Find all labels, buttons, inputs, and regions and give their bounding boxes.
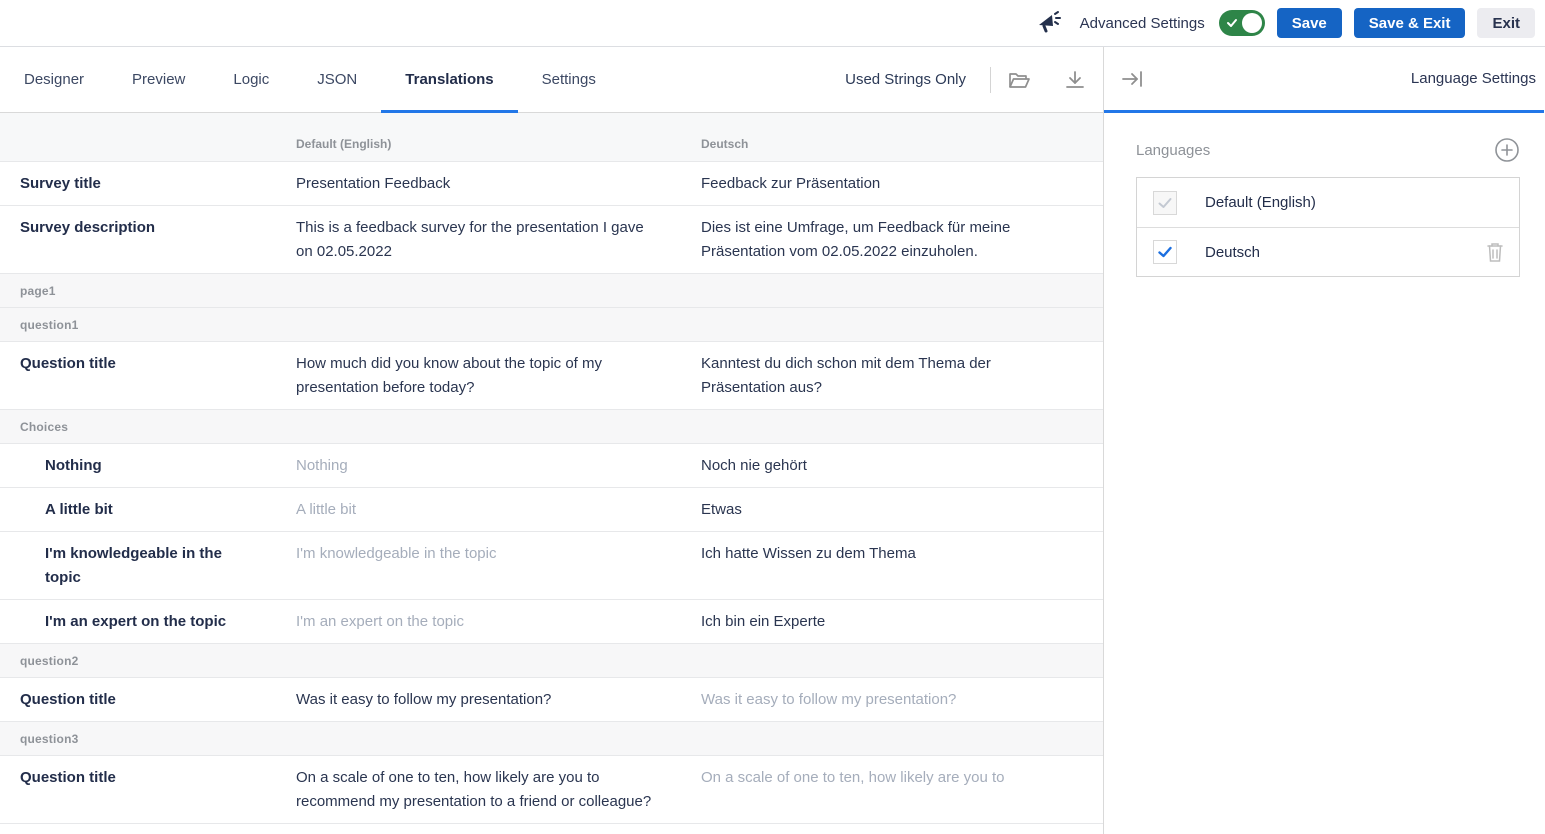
translation-cell-de[interactable]: Kanntest du dich schon mit dem Thema der… xyxy=(686,342,1103,409)
table-row: Survey description This is a feedback su… xyxy=(0,206,1103,274)
translation-cell-de[interactable]: Ich hatte Wissen zu dem Thema xyxy=(686,532,1103,599)
language-row-default-english: Default (English) xyxy=(1137,178,1519,227)
translation-cell-en[interactable]: Nothing xyxy=(281,444,686,487)
translation-cell-en[interactable]: A little bit xyxy=(281,488,686,531)
save-button[interactable]: Save xyxy=(1277,8,1342,38)
advanced-settings-toggle[interactable] xyxy=(1219,10,1265,36)
panel-title: Language Settings xyxy=(1411,70,1544,87)
check-icon xyxy=(1157,195,1173,211)
translations-table: Default (English) Deutsch Survey title P… xyxy=(0,113,1103,834)
tab-bar: Designer Preview Logic JSON Translations… xyxy=(0,47,1103,113)
toggle-knob xyxy=(1242,13,1262,33)
column-header-deutsch: Deutsch xyxy=(686,113,1103,161)
column-header-default-english: Default (English) xyxy=(281,113,686,161)
language-settings-panel: Language Settings Languages xyxy=(1104,47,1544,834)
table-row: Question title How much did you know abo… xyxy=(0,342,1103,410)
arrow-to-bar-icon xyxy=(1120,67,1144,91)
collapse-panel-button[interactable] xyxy=(1104,47,1160,110)
translation-cell-de[interactable]: Was it easy to follow my presentation? xyxy=(686,678,1103,721)
section-label: question2 xyxy=(0,644,1103,677)
main-area: Designer Preview Logic JSON Translations… xyxy=(0,47,1104,834)
table-row: Nothing Nothing Noch nie gehört xyxy=(0,444,1103,488)
export-button[interactable] xyxy=(1047,47,1103,112)
translation-cell-en[interactable]: This is a feedback survey for the presen… xyxy=(281,206,686,273)
row-label: A little bit xyxy=(0,488,281,531)
table-row: Survey title Presentation Feedback Feedb… xyxy=(0,162,1103,206)
table-row: I'm knowledgeable in the topic I'm knowl… xyxy=(0,532,1103,600)
translation-cell-de[interactable]: Ich bin ein Experte xyxy=(686,600,1103,643)
tab-json[interactable]: JSON xyxy=(293,47,381,112)
row-label: Survey title xyxy=(0,162,281,205)
tab-preview[interactable]: Preview xyxy=(108,47,209,112)
advanced-settings-label: Advanced Settings xyxy=(1080,15,1205,32)
translation-cell-en[interactable]: I'm an expert on the topic xyxy=(281,600,686,643)
column-header-empty xyxy=(0,113,281,161)
language-name: Deutsch xyxy=(1205,244,1260,261)
language-row-deutsch: Deutsch xyxy=(1137,227,1519,276)
check-icon xyxy=(1226,16,1238,28)
row-label: I'm an expert on the topic xyxy=(0,600,281,643)
save-and-exit-button[interactable]: Save & Exit xyxy=(1354,8,1466,38)
tab-settings[interactable]: Settings xyxy=(518,47,620,112)
section-label: question3 xyxy=(0,722,1103,755)
trash-icon xyxy=(1485,241,1505,263)
translation-cell-de[interactable]: Noch nie gehört xyxy=(686,444,1103,487)
exit-button[interactable]: Exit xyxy=(1477,8,1535,38)
row-label: Survey description xyxy=(0,206,281,273)
checkbox-deutsch[interactable] xyxy=(1153,240,1177,264)
tab-designer[interactable]: Designer xyxy=(0,47,108,112)
language-list: Default (English) Deutsch xyxy=(1136,177,1520,277)
section-row-page1: page1 xyxy=(0,274,1103,308)
download-icon xyxy=(1063,68,1087,92)
table-row: I'm an expert on the topic I'm an expert… xyxy=(0,600,1103,644)
translation-cell-de[interactable]: Feedback zur Präsentation xyxy=(686,162,1103,205)
section-label: Choices xyxy=(0,410,1103,443)
checkbox-default-english xyxy=(1153,191,1177,215)
translation-cell-de[interactable]: Dies ist eine Umfrage, um Feedback für m… xyxy=(686,206,1103,273)
delete-language-button[interactable] xyxy=(1485,241,1505,263)
row-label: Question title xyxy=(0,342,281,409)
languages-label: Languages xyxy=(1136,142,1210,159)
row-label: Nothing xyxy=(0,444,281,487)
check-icon xyxy=(1157,244,1173,260)
translation-cell-de[interactable]: On a scale of one to ten, how likely are… xyxy=(686,756,1103,823)
import-button[interactable] xyxy=(991,47,1047,112)
row-label: I'm knowledgeable in the topic xyxy=(0,532,281,599)
section-label: page1 xyxy=(0,274,1103,307)
used-strings-only-button[interactable]: Used Strings Only xyxy=(821,71,990,88)
translation-cell-en[interactable]: Was it easy to follow my presentation? xyxy=(281,678,686,721)
translation-cell-en[interactable]: I'm knowledgeable in the topic xyxy=(281,532,686,599)
section-row-question3: question3 xyxy=(0,722,1103,756)
section-row-choices: Choices xyxy=(0,410,1103,444)
section-label: question1 xyxy=(0,308,1103,341)
section-row-question1: question1 xyxy=(0,308,1103,342)
row-label: Question title xyxy=(0,756,281,823)
plus-circle-icon xyxy=(1494,137,1520,163)
translation-cell-en[interactable]: Presentation Feedback xyxy=(281,162,686,205)
tab-logic[interactable]: Logic xyxy=(209,47,293,112)
translation-cell-en[interactable]: How much did you know about the topic of… xyxy=(281,342,686,409)
top-action-bar: Advanced Settings Save Save & Exit Exit xyxy=(0,0,1545,47)
section-row-question2: question2 xyxy=(0,644,1103,678)
megaphone-icon xyxy=(1036,10,1062,36)
language-name: Default (English) xyxy=(1205,194,1316,211)
table-row: Question title Was it easy to follow my … xyxy=(0,678,1103,722)
translation-cell-en[interactable]: On a scale of one to ten, how likely are… xyxy=(281,756,686,823)
translation-cell-de[interactable]: Etwas xyxy=(686,488,1103,531)
tab-translations[interactable]: Translations xyxy=(381,47,517,112)
table-header-row: Default (English) Deutsch xyxy=(0,113,1103,162)
add-language-button[interactable] xyxy=(1494,137,1520,163)
table-row: Question title On a scale of one to ten,… xyxy=(0,756,1103,824)
open-folder-icon xyxy=(1007,68,1031,92)
panel-header: Language Settings xyxy=(1104,47,1544,113)
table-row: A little bit A little bit Etwas xyxy=(0,488,1103,532)
row-label: Question title xyxy=(0,678,281,721)
